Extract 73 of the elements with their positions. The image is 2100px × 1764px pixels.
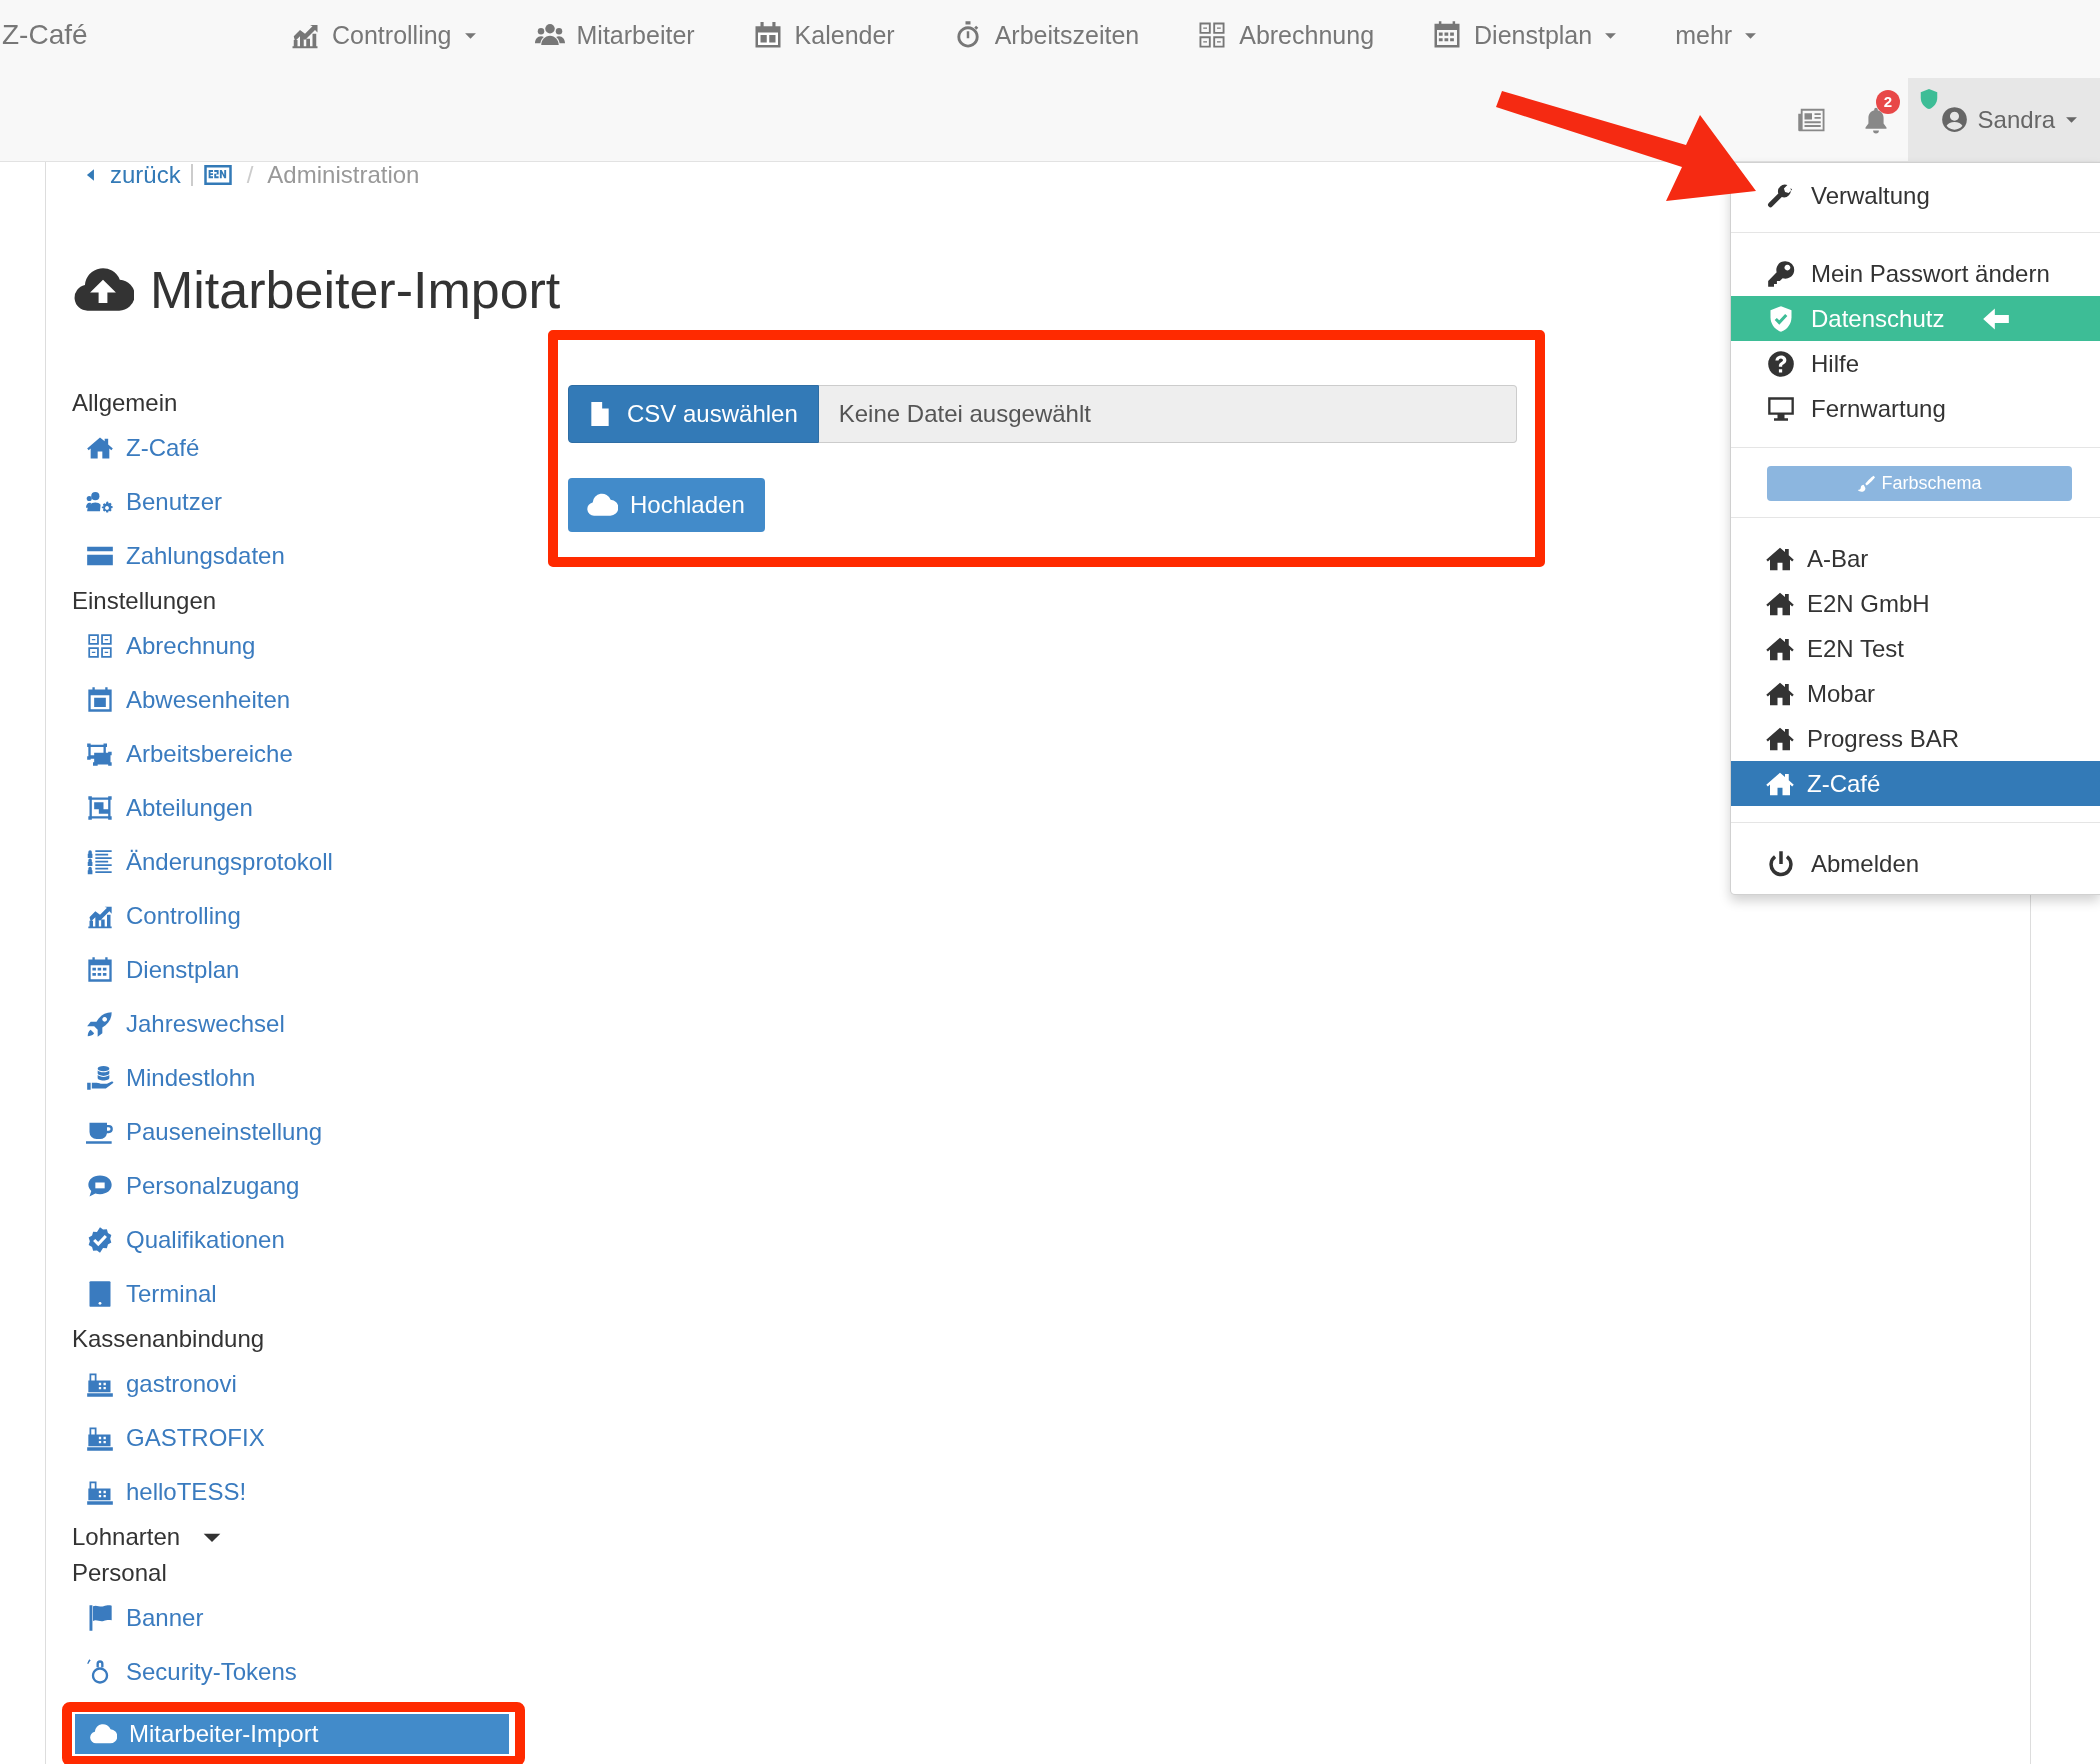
back-link[interactable]: zurück	[84, 161, 181, 189]
brand-name[interactable]: Z-Café	[0, 19, 290, 51]
company-item[interactable]: A-Bar	[1731, 536, 2100, 581]
nav-link[interactable]: Kalender	[752, 20, 895, 50]
sidebar-item[interactable]: GASTROFIX	[72, 1411, 548, 1465]
sidebar-item[interactable]: gastronovi	[72, 1357, 548, 1411]
company-item[interactable]: Z-Café	[1731, 761, 2100, 806]
sidebar-item[interactable]: helloTESS!	[72, 1465, 548, 1519]
section-heading: Einstellungen	[72, 587, 217, 615]
choose-file-button[interactable]: CSV auswählen	[568, 385, 819, 443]
sidebar-item[interactable]: Abwesenheiten	[72, 673, 548, 727]
menu-item[interactable]: Fernwartung	[1731, 386, 2100, 431]
sidebar-item[interactable]: Mitarbeiter-Import	[75, 1714, 509, 1754]
sidebar-item[interactable]: Änderungsprotokoll	[72, 835, 548, 889]
sidebar-item[interactable]: Mindestlohn	[72, 1051, 548, 1105]
company-item[interactable]: E2N Test	[1731, 626, 2100, 671]
file-name-field[interactable]: Keine Datei ausgewählt	[818, 385, 1517, 443]
sidebar-item[interactable]: Arbeitsbereiche	[72, 727, 548, 781]
section-heading: Personal	[72, 1559, 167, 1587]
calculator-icon	[86, 632, 114, 660]
sidebar-item[interactable]: Pauseneinstellung	[72, 1105, 548, 1159]
brush-icon	[1857, 474, 1876, 493]
company-item[interactable]: Progress BAR	[1731, 716, 2100, 761]
sidebar-item[interactable]: Benutzer	[72, 475, 548, 529]
sidebar-item[interactable]: Abrechnung	[72, 619, 548, 673]
menu-item[interactable]: Datenschutz	[1731, 296, 2100, 341]
page-title: Mitarbeiter-Import	[150, 260, 561, 320]
power-icon	[1767, 849, 1795, 878]
menu-item[interactable]: Mein Passwort ändern	[1731, 251, 2100, 296]
sidebar-item[interactable]: Controlling	[72, 889, 548, 943]
breadcrumb-current: Administration	[267, 161, 420, 189]
menu-item[interactable]: Hilfe	[1731, 341, 2100, 386]
sidebar-item[interactable]: Zahlungsdaten	[72, 529, 548, 583]
calculator-icon	[1197, 20, 1228, 50]
nav-link[interactable]: Abrechnung	[1197, 20, 1375, 50]
nav-link[interactable]: Controlling	[290, 20, 477, 50]
logout-item[interactable]: Abmelden	[1731, 841, 2100, 886]
key-icon	[1767, 259, 1795, 288]
upload-button[interactable]: Hochladen	[568, 478, 765, 532]
monitor-icon	[1767, 394, 1795, 423]
sidebar-item[interactable]: Abteilungen	[72, 781, 548, 835]
user-icon	[1940, 106, 1968, 133]
frame-icon	[86, 794, 114, 822]
section-heading: Allgemein	[72, 389, 178, 417]
calendar-icon	[86, 956, 114, 984]
sidebar-item[interactable]: Personalzugang	[72, 1159, 548, 1213]
sidebar-item[interactable]: Qualifikationen	[72, 1213, 548, 1267]
sidebar-item[interactable]: Jahreswechsel	[72, 997, 548, 1051]
company-item[interactable]: Mobar	[1731, 671, 2100, 716]
nav-link[interactable]: Arbeitszeiten	[952, 20, 1140, 50]
help-icon	[1767, 349, 1795, 378]
nav-link[interactable]: Dienstplan	[1432, 20, 1618, 50]
company-item[interactable]: E2N GmbH	[1731, 581, 2100, 626]
notification-badge: 2	[1876, 90, 1900, 114]
section-heading[interactable]: Lohnarten	[72, 1523, 181, 1551]
sidebar-item[interactable]: Security-Tokens	[72, 1645, 548, 1699]
notifications-button[interactable]: 2	[1844, 78, 1908, 161]
sidebar-item[interactable]: Terminal	[72, 1267, 548, 1321]
calendar-icon	[1432, 20, 1463, 50]
breadcrumb-separator: /	[246, 161, 254, 189]
sidebar-item[interactable]: Z-Café	[72, 421, 548, 475]
sidebar-item[interactable]: Dienstplan	[72, 943, 548, 997]
check-badge-icon	[86, 1226, 114, 1254]
menu-item[interactable]: Verwaltung	[1767, 173, 2100, 218]
coins-hand-icon	[86, 1064, 114, 1092]
sidebar-item[interactable]: Banner	[72, 1591, 548, 1645]
nav-link[interactable]: mehr	[1675, 20, 1758, 50]
section-heading: Kassenanbindung	[72, 1325, 265, 1353]
user-menu-toggle[interactable]: Sandra	[1908, 78, 2100, 161]
wrench-icon	[1767, 181, 1795, 210]
lock-list-icon	[86, 848, 114, 876]
rocket-icon	[86, 1010, 114, 1038]
nav-link[interactable]: Mitarbeiter	[534, 20, 695, 50]
